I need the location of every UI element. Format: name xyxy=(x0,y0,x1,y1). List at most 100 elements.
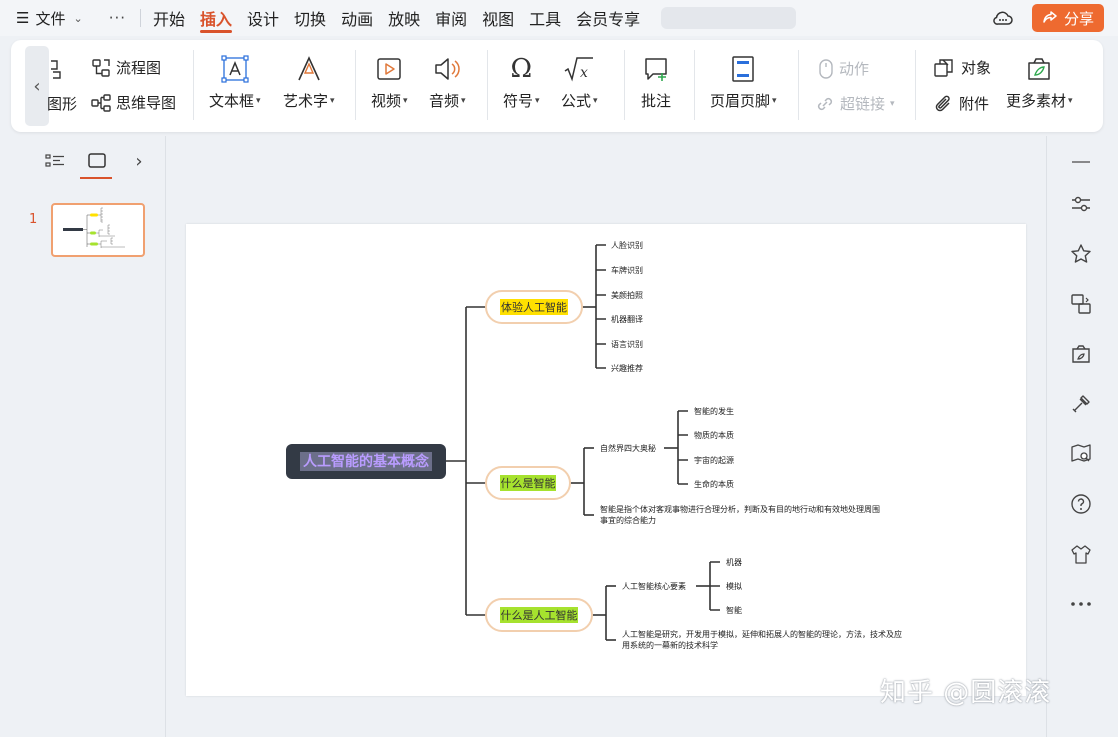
ribbon-scroll-left-button[interactable]: ‹ xyxy=(25,46,49,126)
branch1-label: 体验人工智能 xyxy=(501,300,567,314)
tab-member[interactable]: 会员专享 xyxy=(576,0,640,36)
star-icon[interactable] xyxy=(1069,242,1093,266)
slide-panel-tabs: › xyxy=(44,150,150,172)
dropdown-arrow-icon: ▾ xyxy=(535,95,540,106)
adjust-sliders-icon[interactable] xyxy=(1069,192,1093,216)
share-icon xyxy=(1043,11,1057,23)
branch3-sub-child-1[interactable]: 机器 xyxy=(726,557,742,567)
dropdown-arrow-icon: ▾ xyxy=(403,95,408,106)
branch1-child-3[interactable]: 美颜拍照 xyxy=(611,290,643,300)
formula-label: 公式 xyxy=(561,92,592,110)
ribbon-divider xyxy=(915,50,916,120)
tab-transition[interactable]: 切换 xyxy=(294,0,326,36)
branch1-child-1[interactable]: 人脸识别 xyxy=(611,240,643,250)
tab-insert[interactable]: 插入 xyxy=(200,0,233,36)
mindmap-button[interactable]: 思维导图 xyxy=(91,92,176,113)
dropdown-arrow-icon: ▾ xyxy=(330,95,335,106)
header-footer-label: 页眉页脚 xyxy=(710,92,771,110)
comment-button[interactable]: 批注 xyxy=(641,54,671,111)
materials-icon[interactable] xyxy=(1069,342,1093,366)
ribbon-divider xyxy=(624,50,625,120)
minimize-icon[interactable] xyxy=(1069,150,1093,174)
tab-animation[interactable]: 动画 xyxy=(341,0,373,36)
branch1-child-4[interactable]: 机器翻译 xyxy=(611,314,643,324)
branch3-sub-label[interactable]: 人工智能核心要素 xyxy=(622,581,686,591)
shape-icon xyxy=(51,60,61,79)
symbol-button[interactable]: Ω 符号 ▾ xyxy=(503,54,540,111)
branch2-definition-line2[interactable]: 事宜的综合能力 xyxy=(600,515,656,525)
branch1-child-5[interactable]: 语言识别 xyxy=(611,339,643,349)
expand-panel-button[interactable]: › xyxy=(128,150,150,172)
blurred-region xyxy=(661,7,797,29)
header-footer-icon xyxy=(732,56,755,82)
tab-view[interactable]: 视图 xyxy=(482,0,514,36)
cloud-icon[interactable] xyxy=(992,7,1014,29)
chevron-down-icon: ⌄ xyxy=(73,11,83,25)
video-button[interactable]: 视频 ▾ xyxy=(371,54,408,111)
more-menu-button[interactable]: ··· xyxy=(109,9,126,27)
tab-start[interactable]: 开始 xyxy=(153,0,185,36)
share-button[interactable]: 分享 xyxy=(1031,4,1104,32)
branch2-sub-child-4[interactable]: 生命的本质 xyxy=(694,479,734,489)
skin-icon[interactable] xyxy=(1069,542,1093,566)
branch3-sub-child-3[interactable]: 智能 xyxy=(726,605,742,615)
action-button[interactable]: 动作 xyxy=(818,58,869,79)
attachment-label: 附件 xyxy=(959,95,990,113)
shape-button[interactable]: 图形 xyxy=(47,93,77,114)
branch1-child-2[interactable]: 车牌识别 xyxy=(611,265,643,275)
slide-view-tab[interactable] xyxy=(86,150,108,172)
hyperlink-button[interactable]: 超链接 ▾ xyxy=(815,93,895,114)
book-search-icon[interactable] xyxy=(1069,442,1093,466)
header-footer-button[interactable]: 页眉页脚 ▾ xyxy=(710,54,777,111)
symbol-label: 符号 xyxy=(503,92,534,110)
branch2-label: 什么是智能 xyxy=(501,476,556,490)
dropdown-arrow-icon: ▾ xyxy=(593,95,598,106)
tools-icon[interactable] xyxy=(1069,392,1093,416)
branch-node-what-is-intelligence[interactable]: 什么是智能 xyxy=(485,466,571,500)
help-icon[interactable] xyxy=(1069,492,1093,516)
shape-label: 图形 xyxy=(47,95,78,113)
slide-thumbnail[interactable] xyxy=(51,203,145,257)
textbox-button[interactable]: 文本框 ▾ xyxy=(209,54,261,111)
branch3-definition-line1[interactable]: 人工智能是研究，开发用于模拟，延伸和拓展人的智能的理论，方法，技术及应 xyxy=(622,629,902,639)
branch3-sub-child-2[interactable]: 模拟 xyxy=(726,581,742,591)
more-options-icon[interactable] xyxy=(1069,592,1093,616)
branch-node-experience-ai[interactable]: 体验人工智能 xyxy=(485,290,583,324)
link-icon xyxy=(817,97,833,110)
tab-tools[interactable]: 工具 xyxy=(529,0,561,36)
file-menu[interactable]: ☰ 文件 ⌄ xyxy=(16,8,83,29)
mindmap-icon xyxy=(91,93,111,112)
branch2-sub-label[interactable]: 自然界四大奥秘 xyxy=(600,443,656,453)
branch3-label: 什么是人工智能 xyxy=(501,608,578,622)
mindmap: 人工智能的基本概念 体验人工智能 人脸识别 车牌识别 美颜拍照 机器翻译 语言识… xyxy=(286,240,902,650)
object-button[interactable]: 对象 xyxy=(934,57,991,78)
branch2-sub-child-3[interactable]: 宇宙的起源 xyxy=(694,455,734,465)
outline-view-tab[interactable] xyxy=(44,150,66,172)
menu-bar: ☰ 文件 ⌄ ··· 开始 插入 设计 切换 动画 放映 审阅 视图 工具 会员… xyxy=(0,0,1118,36)
tab-design[interactable]: 设计 xyxy=(247,0,279,36)
swap-slides-icon[interactable] xyxy=(1069,292,1093,316)
branch3-definition-line2[interactable]: 用系统的一幕新的技术科学 xyxy=(622,640,718,650)
wordart-button[interactable]: 艺术字 ▾ xyxy=(283,54,335,111)
branch2-sub-child-1[interactable]: 智能的发生 xyxy=(694,406,734,416)
audio-button[interactable]: 音频 ▾ xyxy=(429,54,466,111)
slide-canvas[interactable]: 人工智能的基本概念 体验人工智能 人脸识别 车牌识别 美颜拍照 机器翻译 语言识… xyxy=(186,224,1026,696)
branch2-definition-line1[interactable]: 智能是指个体对客观事物进行合理分析，判断及有目的地行动和有效地处理周围 xyxy=(600,504,880,514)
root-node[interactable]: 人工智能的基本概念 xyxy=(286,444,446,479)
formula-button[interactable]: x 公式 ▾ xyxy=(561,54,598,111)
tab-review[interactable]: 审阅 xyxy=(435,0,467,36)
more-assets-button[interactable]: 更多素材 ▾ xyxy=(1006,54,1073,111)
tab-slideshow[interactable]: 放映 xyxy=(388,0,420,36)
flowchart-button[interactable]: 流程图 xyxy=(91,57,161,78)
object-label: 对象 xyxy=(961,59,992,77)
audio-icon xyxy=(435,58,461,80)
watermark: 知乎 @圆滚滚 xyxy=(880,678,1052,708)
right-sidebar xyxy=(1046,136,1118,737)
branch-node-what-is-ai[interactable]: 什么是人工智能 xyxy=(485,598,593,632)
omega-icon: Ω xyxy=(510,54,533,84)
attachment-button[interactable]: 附件 xyxy=(934,93,989,114)
shape-partial-icon-row[interactable] xyxy=(51,58,61,80)
hyperlink-label: 超链接 xyxy=(840,95,886,113)
branch2-sub-child-2[interactable]: 物质的本质 xyxy=(694,430,734,440)
branch1-child-6[interactable]: 兴趣推荐 xyxy=(611,363,643,373)
